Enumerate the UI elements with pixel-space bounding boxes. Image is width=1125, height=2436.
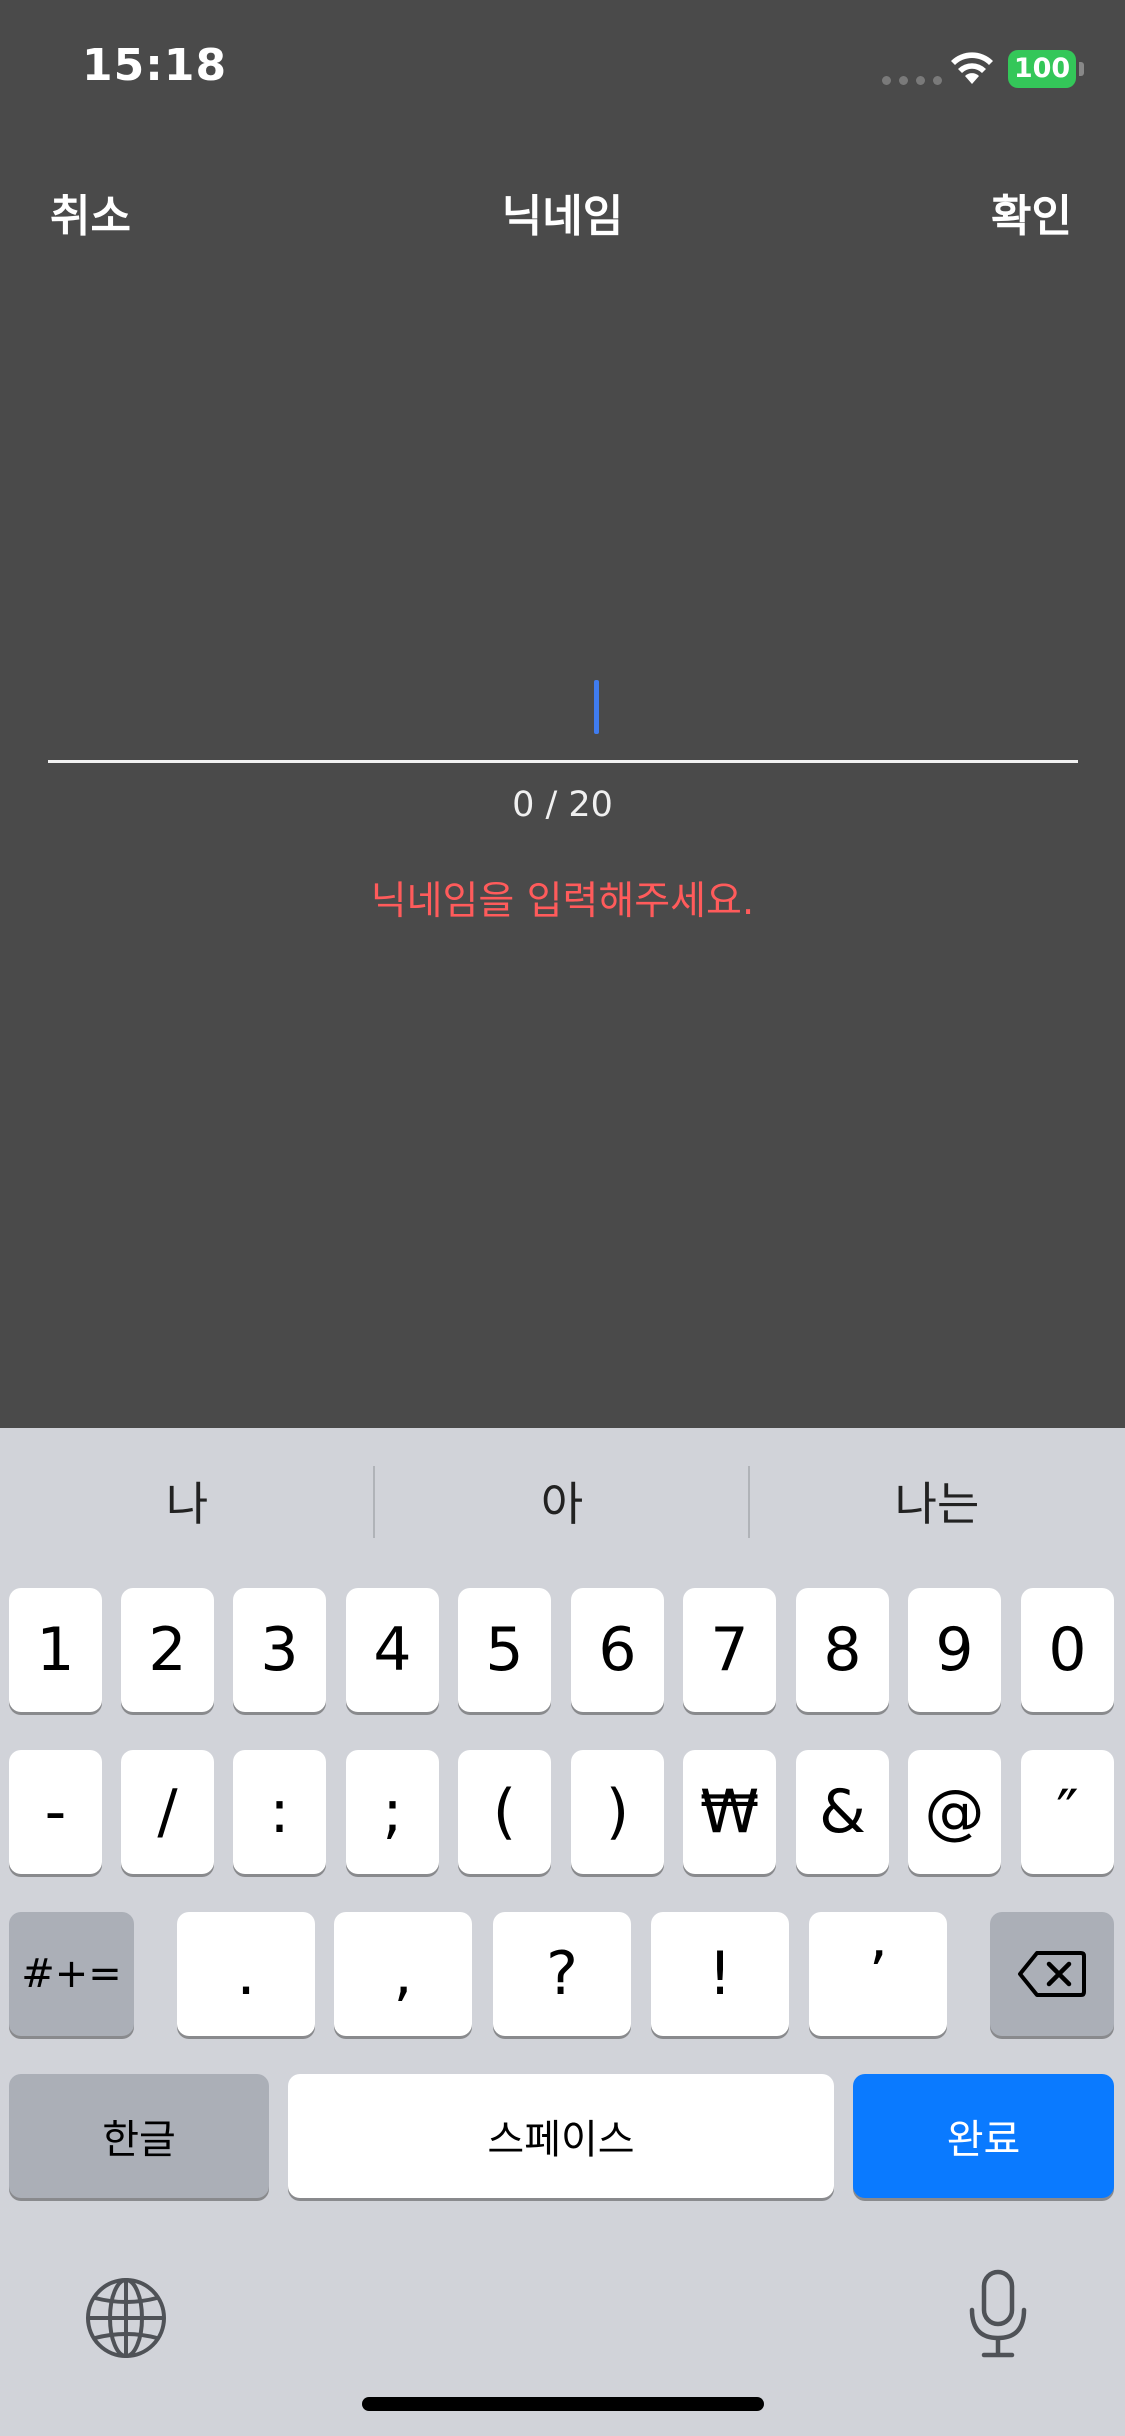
status-bar: 15:18 100	[0, 0, 1125, 140]
key-0[interactable]: 0	[1021, 1588, 1114, 1712]
signal-dots-icon	[882, 76, 942, 85]
battery-icon: 100	[1008, 50, 1076, 88]
key-apostrophe[interactable]: ’	[809, 1912, 947, 2036]
key-question[interactable]: ?	[493, 1912, 631, 2036]
character-counter: 0 / 20	[512, 785, 613, 825]
key-1[interactable]: 1	[9, 1588, 102, 1712]
globe-icon[interactable]	[84, 2276, 168, 2360]
confirm-button[interactable]: 확인	[991, 180, 1072, 244]
key-colon[interactable]: :	[233, 1750, 326, 1874]
key-7[interactable]: 7	[683, 1588, 776, 1712]
wifi-icon	[951, 52, 993, 84]
hangul-key[interactable]: 한글	[9, 2074, 269, 2198]
key-quote[interactable]: ″	[1021, 1750, 1114, 1874]
key-2[interactable]: 2	[121, 1588, 214, 1712]
microphone-icon[interactable]	[966, 2268, 1030, 2360]
text-caret	[594, 680, 599, 734]
navigation-bar: 취소 닉네임 확인	[0, 160, 1125, 260]
delete-key-icon	[1018, 1951, 1086, 1997]
home-indicator	[362, 2397, 764, 2411]
symbols-toggle-key[interactable]: #+=	[9, 1912, 134, 2036]
done-key[interactable]: 완료	[853, 2074, 1114, 2198]
error-message: 닉네임을 입력해주세요.	[370, 879, 755, 924]
space-key[interactable]: 스페이스	[288, 2074, 834, 2198]
key-won[interactable]: ₩	[683, 1750, 776, 1874]
key-at[interactable]: @	[908, 1750, 1001, 1874]
key-6[interactable]: 6	[571, 1588, 664, 1712]
key-hyphen[interactable]: -	[9, 1750, 102, 1874]
nickname-input[interactable]	[48, 660, 1078, 763]
delete-key[interactable]	[990, 1912, 1114, 2036]
battery-tip	[1079, 62, 1084, 76]
key-period[interactable]: .	[177, 1912, 315, 2036]
key-semicolon[interactable]: ;	[346, 1750, 439, 1874]
key-slash[interactable]: /	[121, 1750, 214, 1874]
key-comma[interactable]: ,	[334, 1912, 472, 2036]
key-exclamation[interactable]: !	[651, 1912, 789, 2036]
key-close-paren[interactable]: )	[571, 1750, 664, 1874]
keyboard: 나 아 나는 1 2 3 4 5 6 7 8 9 0 - / : ; ( ) ₩…	[0, 1428, 1125, 2436]
key-3[interactable]: 3	[233, 1588, 326, 1712]
suggestion-2[interactable]: 아	[375, 1468, 749, 1534]
suggestion-3[interactable]: 나는	[750, 1468, 1124, 1534]
key-8[interactable]: 8	[796, 1588, 889, 1712]
page-title: 닉네임	[501, 191, 624, 242]
key-open-paren[interactable]: (	[458, 1750, 551, 1874]
status-time: 15:18	[82, 40, 228, 91]
key-9[interactable]: 9	[908, 1588, 1001, 1712]
key-5[interactable]: 5	[458, 1588, 551, 1712]
suggestion-1[interactable]: 나	[0, 1468, 374, 1534]
key-4[interactable]: 4	[346, 1588, 439, 1712]
key-ampersand[interactable]: &	[796, 1750, 889, 1874]
suggestion-bar: 나 아 나는	[0, 1428, 1125, 1578]
